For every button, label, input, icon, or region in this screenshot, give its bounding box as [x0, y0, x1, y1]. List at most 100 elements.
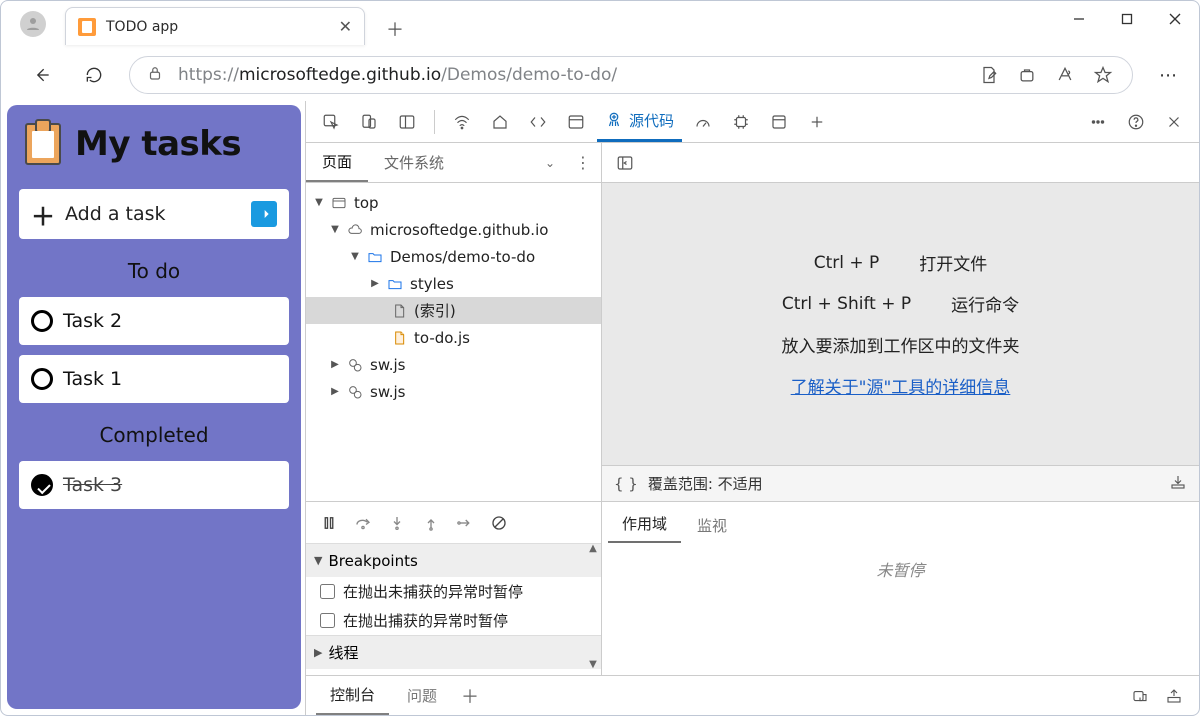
tree-row[interactable]: ▶ sw.js: [306, 378, 601, 405]
drawer-issues-tab[interactable]: 问题: [393, 676, 451, 715]
tree-row[interactable]: ▶ sw.js: [306, 351, 601, 378]
task-item[interactable]: Task 3: [19, 461, 289, 509]
section-todo-heading: To do: [19, 249, 289, 287]
hint-desc: 打开文件: [919, 250, 987, 275]
step-over-button[interactable]: [348, 508, 378, 538]
sources-tab-label: 源代码: [629, 110, 674, 131]
toggle-navigator-icon[interactable]: [612, 150, 638, 176]
scope-empty-state: 未暂停: [602, 543, 1199, 675]
device-emulation-icon[interactable]: [352, 105, 386, 139]
read-aloud-icon[interactable]: [1054, 64, 1076, 86]
back-button[interactable]: [25, 58, 59, 92]
pause-uncaught-checkbox[interactable]: 在抛出未捕获的异常时暂停: [306, 577, 601, 606]
drawer-expand-icon[interactable]: [1159, 681, 1189, 711]
memory-tab-icon[interactable]: [724, 105, 758, 139]
files-subtab-chevron-icon[interactable]: ⌄: [535, 156, 565, 170]
checkbox-label: 在抛出未捕获的异常时暂停: [343, 581, 523, 602]
files-subtab-more-icon[interactable]: ⋮: [565, 153, 601, 172]
watch-tab[interactable]: 监视: [683, 507, 741, 543]
tree-label: to-do.js: [414, 329, 470, 347]
refresh-button[interactable]: [77, 58, 111, 92]
tree-label: top: [354, 194, 379, 212]
step-into-button[interactable]: [382, 508, 412, 538]
editor-placeholder: Ctrl + P 打开文件 Ctrl + Shift + P 运行命令 放入要添…: [602, 183, 1199, 465]
drawer-add-tab-icon[interactable]: ＋: [455, 681, 485, 711]
files-subtab-filesystem[interactable]: 文件系统: [368, 143, 460, 182]
step-button[interactable]: [450, 508, 480, 538]
window-minimize-button[interactable]: [1055, 1, 1103, 37]
tree-row[interactable]: ▶ styles: [306, 270, 601, 297]
favorite-star-icon[interactable]: [1092, 64, 1114, 86]
tree-label: microsoftedge.github.io: [370, 221, 548, 239]
welcome-tab-icon[interactable]: [483, 105, 517, 139]
clipboard-icon: [25, 123, 61, 165]
tree-row[interactable]: ▼ Demos/demo-to-do: [306, 243, 601, 270]
window-frame-icon: [330, 194, 348, 212]
task-label: Task 3: [63, 474, 122, 496]
collections-icon[interactable]: [1016, 64, 1038, 86]
lock-icon: [146, 64, 164, 86]
app-title: My tasks: [75, 124, 241, 164]
network-conditions-icon[interactable]: [445, 105, 479, 139]
tree-row[interactable]: ▼ top: [306, 189, 601, 216]
section-completed-heading: Completed: [19, 413, 289, 451]
close-tab-icon[interactable]: ✕: [339, 17, 352, 36]
new-tab-button[interactable]: ＋: [379, 13, 411, 45]
window-maximize-button[interactable]: [1103, 1, 1151, 37]
url-text: https://microsoftedge.github.io/Demos/de…: [178, 65, 964, 85]
browser-menu-button[interactable]: ⋯: [1151, 58, 1185, 92]
edit-page-icon[interactable]: [978, 64, 1000, 86]
tree-label: Demos/demo-to-do: [390, 248, 535, 266]
checkbox-label: 在抛出捕获的异常时暂停: [343, 610, 508, 631]
task-checkbox-done-icon[interactable]: [31, 474, 53, 496]
inspect-element-icon[interactable]: [314, 105, 348, 139]
application-tab-icon[interactable]: [762, 105, 796, 139]
files-subtab-page[interactable]: 页面: [306, 143, 368, 182]
deactivate-breakpoints-button[interactable]: [484, 508, 514, 538]
file-icon: [390, 302, 408, 320]
task-item[interactable]: Task 2: [19, 297, 289, 345]
dock-side-icon[interactable]: [390, 105, 424, 139]
tree-row-selected[interactable]: (索引): [306, 297, 601, 324]
tree-row[interactable]: ▼ microsoftedge.github.io: [306, 216, 601, 243]
performance-tab-icon[interactable]: [686, 105, 720, 139]
task-item[interactable]: Task 1: [19, 355, 289, 403]
tab-title: TODO app: [106, 19, 329, 35]
pause-button[interactable]: [314, 508, 344, 538]
elements-tab-icon[interactable]: [521, 105, 555, 139]
browser-tab[interactable]: TODO app ✕: [65, 7, 365, 45]
threads-accordion[interactable]: ▶ 线程: [306, 635, 601, 669]
pause-caught-checkbox[interactable]: 在抛出捕获的异常时暂停: [306, 606, 601, 635]
tree-label: sw.js: [370, 356, 405, 374]
submit-task-icon[interactable]: [251, 201, 277, 227]
add-tab-icon[interactable]: [800, 105, 834, 139]
drawer-console-tab[interactable]: 控制台: [316, 676, 389, 715]
download-icon[interactable]: [1169, 473, 1187, 495]
page-favicon: [78, 18, 96, 36]
console-tab-icon[interactable]: [559, 105, 593, 139]
learn-more-link[interactable]: 了解关于"源"工具的详细信息: [791, 373, 1011, 398]
service-worker-icon: [346, 383, 364, 401]
add-task-label: Add a task: [65, 203, 241, 225]
profile-avatar[interactable]: [20, 11, 46, 37]
step-out-button[interactable]: [416, 508, 446, 538]
address-bar[interactable]: https://microsoftedge.github.io/Demos/de…: [129, 56, 1133, 94]
sources-tab[interactable]: 源代码: [597, 102, 682, 142]
breakpoints-header: Breakpoints: [328, 552, 417, 570]
hint-drop-folder: 放入要添加到工作区中的文件夹: [782, 332, 1020, 357]
task-checkbox-icon[interactable]: [31, 310, 53, 332]
add-task-button[interactable]: ＋ Add a task: [19, 189, 289, 239]
todo-app-panel: My tasks ＋ Add a task To do Task 2 Task …: [7, 105, 301, 709]
task-checkbox-icon[interactable]: [31, 368, 53, 390]
devtools-help-icon[interactable]: [1119, 105, 1153, 139]
devtools-more-icon[interactable]: [1081, 105, 1115, 139]
tree-row[interactable]: to-do.js: [306, 324, 601, 351]
plus-icon: ＋: [31, 197, 55, 232]
scrollbar[interactable]: ▲▼: [585, 543, 601, 675]
drawer-tool-icon[interactable]: [1125, 681, 1155, 711]
devtools-close-icon[interactable]: [1157, 105, 1191, 139]
breakpoints-accordion[interactable]: ▼ Breakpoints: [306, 543, 601, 577]
folder-icon: [386, 275, 404, 293]
scope-tab[interactable]: 作用域: [608, 505, 681, 543]
window-close-button[interactable]: [1151, 1, 1199, 37]
